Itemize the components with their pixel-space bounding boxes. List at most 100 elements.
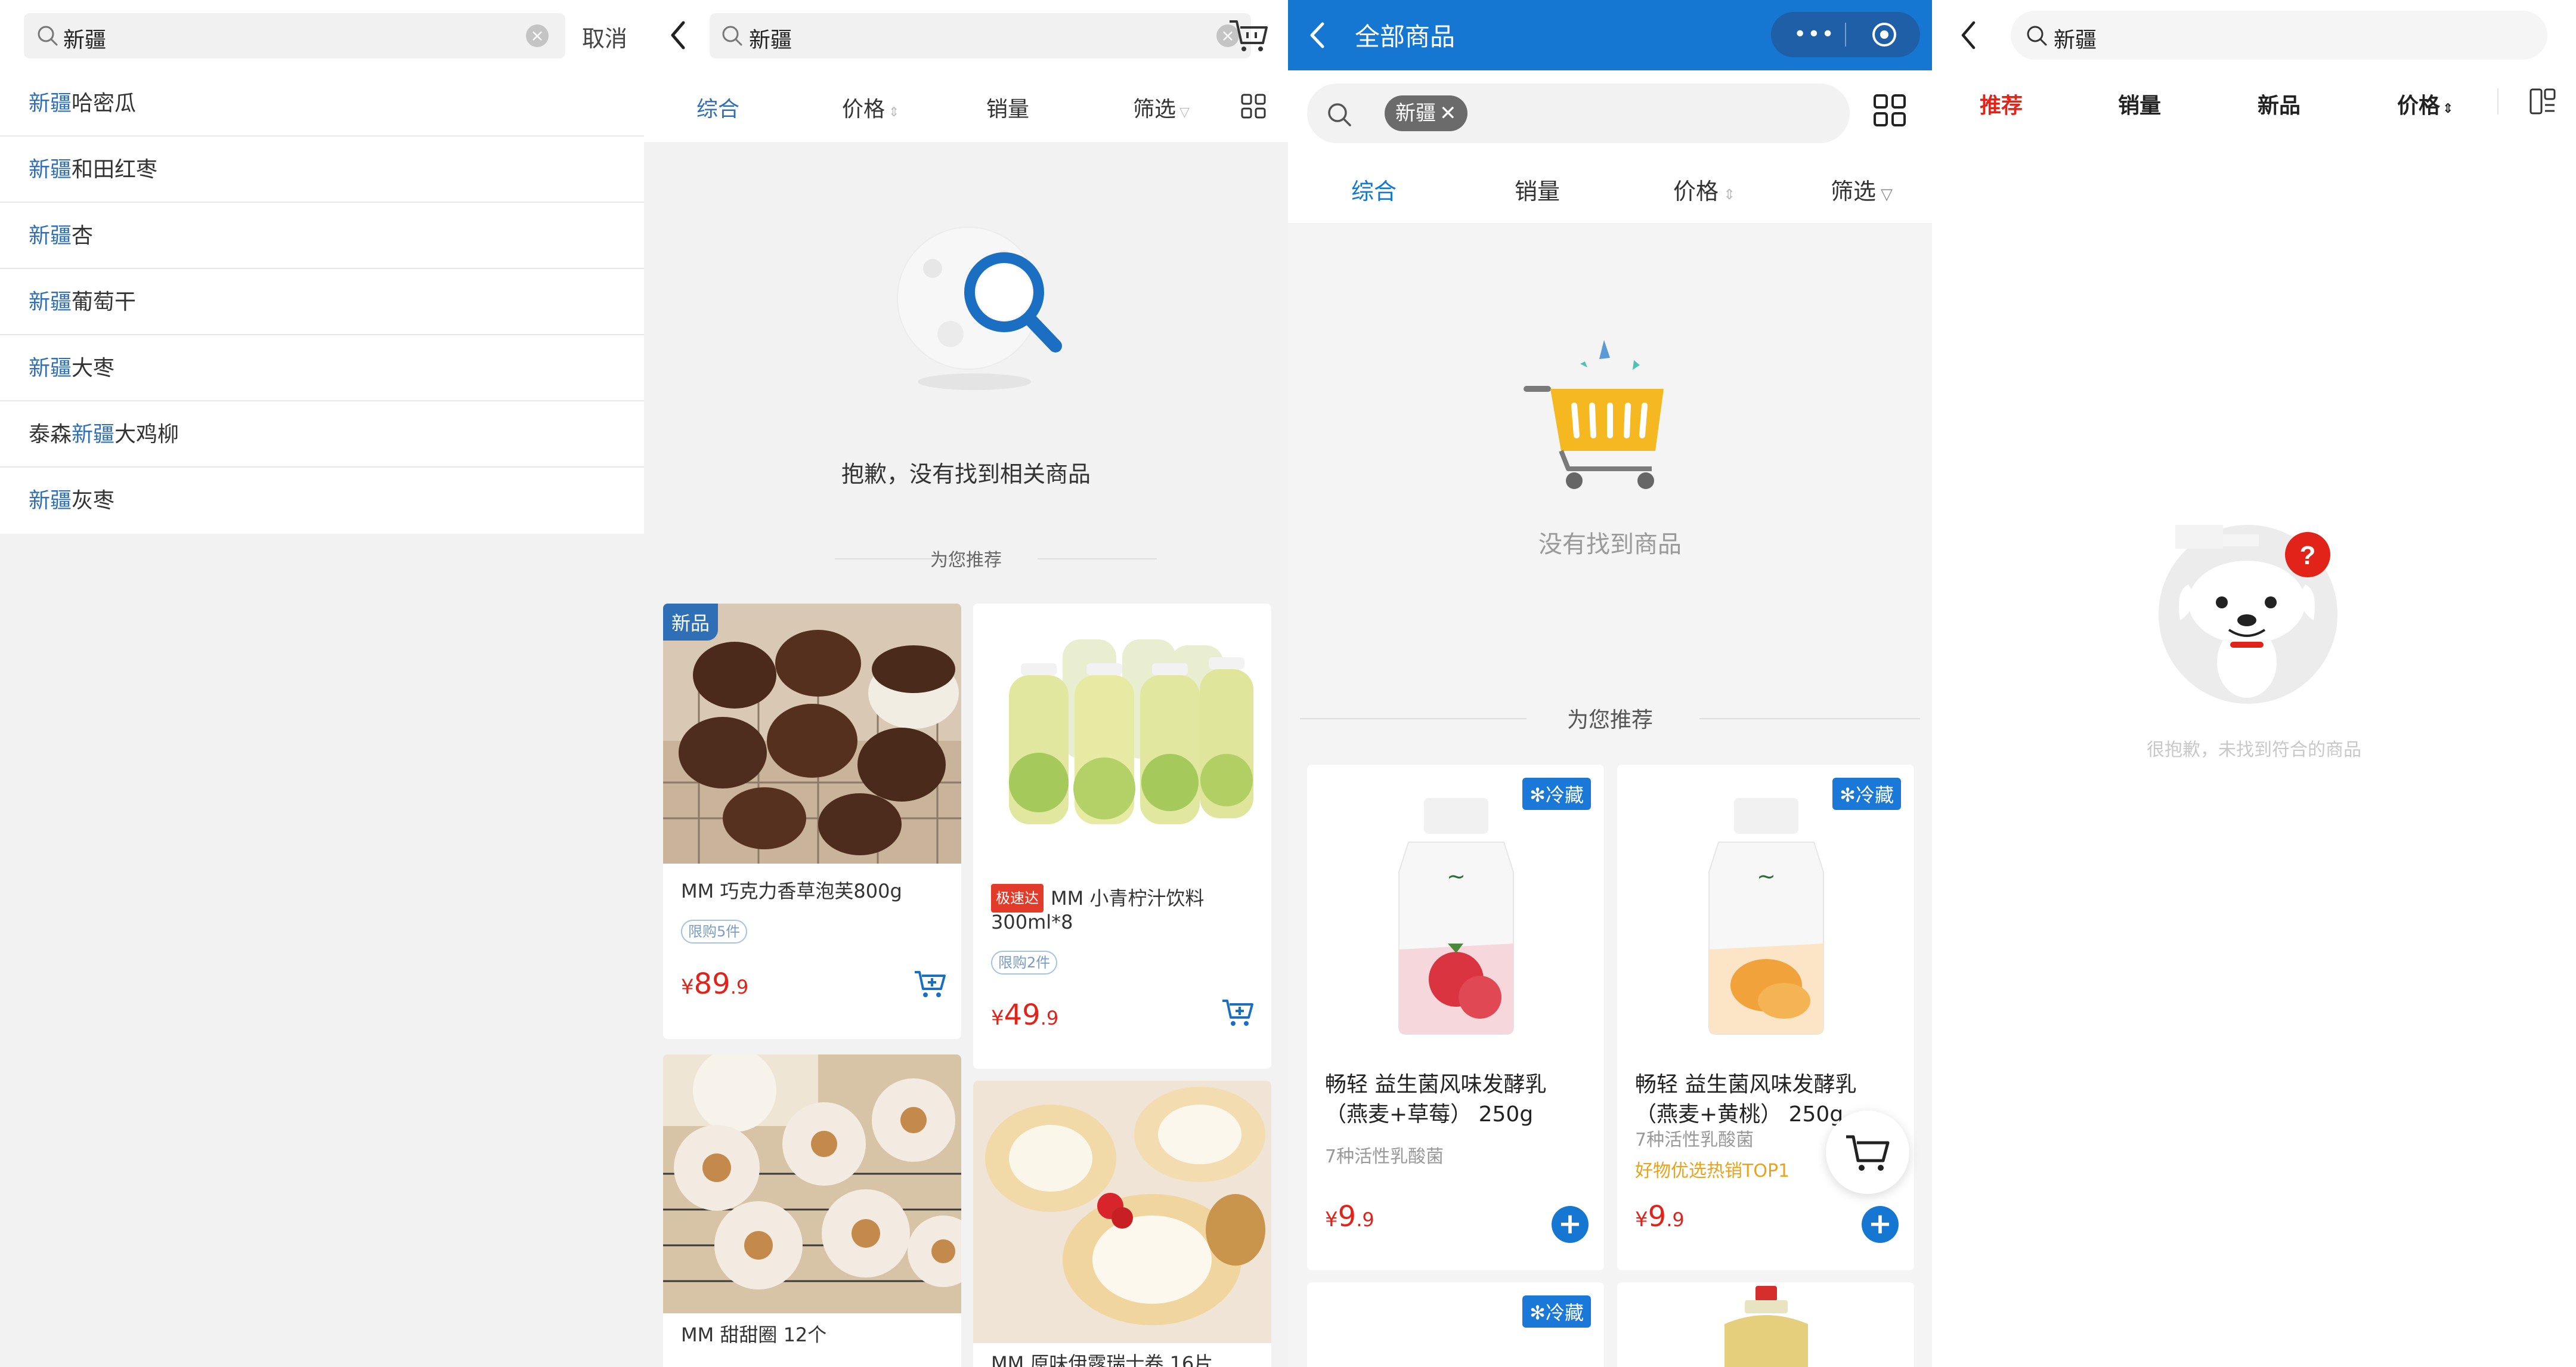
suggestion-suffix: 哈密瓜 — [72, 91, 137, 116]
product-image — [973, 604, 1271, 866]
suggestion-suffix: 杏 — [72, 224, 94, 248]
tab-sales[interactable]: 销量 — [2118, 88, 2161, 119]
chilled-badge: ✻冷藏 — [1522, 778, 1591, 810]
tab-filter-label: 筛选 — [1133, 97, 1176, 122]
tab-price[interactable]: 价格 ⇕ — [1673, 173, 1735, 206]
divider — [2497, 88, 2498, 115]
product-name-line1: MM 小青柠汁饮料 — [1051, 887, 1205, 910]
sort-arrows-icon: ⇕ — [2442, 101, 2454, 116]
empty-mascot-illustration: ? — [2151, 513, 2354, 718]
panel-search-results-b: 全部商品 ••• 新疆 ✕ 综合 销量 价格 ⇕ 筛选 ▽ 没有找到商品 为您推… — [1288, 0, 1932, 1367]
price-currency: ¥ — [991, 1006, 1004, 1030]
back-icon[interactable] — [1308, 21, 1326, 51]
purchase-limit-tag: 限购5件 — [681, 920, 748, 944]
search-filter-bar: 新疆 ✕ 综合 销量 价格 ⇕ 筛选 ▽ — [1288, 70, 1932, 223]
filter-icon: ▽ — [1179, 105, 1190, 120]
recommend-label: 为您推荐 — [930, 550, 1002, 571]
search-keyword-chip[interactable]: 新疆 ✕ — [1385, 95, 1467, 131]
grid-view-icon[interactable] — [1240, 93, 1267, 122]
suggestion-item[interactable]: 新疆哈密瓜 — [0, 70, 644, 137]
price-decimal: .9 — [1666, 1208, 1685, 1231]
add-to-cart-icon[interactable] — [1221, 997, 1255, 1031]
suggestion-suffix: 大鸡柳 — [114, 422, 179, 447]
empty-message: 很抱歉，未找到符合的商品 — [2147, 740, 2361, 760]
tab-price[interactable]: 价格 ⇕ — [2397, 88, 2453, 119]
purchase-limit-tag: 限购2件 — [991, 951, 1058, 975]
cancel-button[interactable]: 取消 — [582, 20, 627, 53]
cart-icon[interactable] — [1228, 17, 1270, 56]
floating-cart-button[interactable] — [1826, 1111, 1909, 1194]
tab-price-label: 价格 — [842, 97, 886, 122]
product-price: ¥49.9 — [991, 998, 1058, 1032]
tab-new[interactable]: 新品 — [2258, 88, 2301, 119]
product-card[interactable] — [1617, 1282, 1914, 1367]
product-card[interactable]: 新品 MM 巧克力香草泡芙800g 限购5件 ¥89.9 — [663, 604, 961, 1039]
price-integer: 9 — [1337, 1200, 1357, 1233]
filter-icon: ▽ — [1881, 185, 1893, 203]
product-name: 畅轻 益生菌风味发酵乳 — [1635, 1072, 1857, 1097]
search-input[interactable]: 新疆 × — [24, 13, 565, 58]
add-to-cart-button[interactable]: + — [1552, 1206, 1589, 1243]
search-input[interactable]: 新疆 — [2011, 11, 2547, 60]
product-card[interactable]: ✻冷藏 — [1307, 1282, 1604, 1367]
recommend-divider: 为您推荐 — [644, 545, 1288, 571]
suggestion-item[interactable]: 新疆杏 — [0, 203, 644, 269]
price-decimal: .9 — [1040, 1007, 1059, 1029]
suggestion-item[interactable]: 泰森新疆大鸡柳 — [0, 401, 644, 468]
svg-text:~: ~ — [1757, 863, 1776, 889]
suggestion-highlight: 新疆 — [29, 290, 72, 314]
product-card[interactable]: ~ ✻冷藏 畅轻 益生菌风味发酵乳 （燕麦+草莓） 250g 7种活性乳酸菌 ¥… — [1307, 765, 1604, 1270]
tab-filter[interactable]: 筛选 ▽ — [1831, 173, 1893, 206]
suggestion-item[interactable]: 新疆葡萄干 — [0, 269, 644, 335]
price-integer: 49 — [1004, 998, 1041, 1032]
suggestion-highlight: 新疆 — [29, 488, 72, 513]
product-card[interactable]: ~ ✻冷藏 畅轻 益生菌风味发酵乳 （燕麦+黄桃） 250g 7种活性乳酸菌 好… — [1617, 765, 1914, 1270]
product-card[interactable]: 极速达 MM 小青柠汁饮料 300ml*8 限购2件 ¥49.9 — [973, 604, 1271, 1069]
add-to-cart-icon[interactable] — [914, 969, 947, 1002]
price-decimal: .9 — [730, 976, 749, 998]
tab-comprehensive[interactable]: 综合 — [1351, 173, 1397, 206]
product-card[interactable]: MM 原味伊露瑞士卷 16片 — [973, 1081, 1271, 1367]
product-name-line2: （燕麦+草莓） 250g — [1325, 1102, 1534, 1127]
chip-close-icon[interactable]: ✕ — [1439, 101, 1457, 125]
search-bar: 新疆 × 取消 — [0, 0, 644, 70]
clear-icon[interactable]: × — [526, 24, 549, 47]
search-icon — [1326, 101, 1352, 130]
suggestion-highlight: 新疆 — [29, 356, 72, 381]
suggestion-item[interactable]: 新疆和田红枣 — [0, 137, 644, 203]
grid-view-icon[interactable] — [1872, 93, 1907, 130]
back-icon[interactable] — [1959, 20, 1977, 52]
express-tag: 极速达 — [991, 884, 1044, 913]
product-image — [663, 604, 961, 864]
sort-arrows-icon: ⇕ — [1723, 186, 1736, 203]
suggestion-suffix: 和田红枣 — [72, 157, 158, 182]
chilled-badge: ✻冷藏 — [1832, 778, 1901, 810]
search-input[interactable]: 新疆 ✕ — [1307, 83, 1850, 143]
svg-text:?: ? — [2300, 541, 2316, 570]
suggestion-highlight: 新疆 — [29, 224, 72, 248]
tab-sales[interactable]: 销量 — [1515, 173, 1560, 206]
tab-filter[interactable]: 筛选 ▽ — [1133, 92, 1190, 123]
tab-sales[interactable]: 销量 — [986, 92, 1029, 123]
suggestion-item[interactable]: 新疆大枣 — [0, 335, 644, 401]
layout-toggle-icon[interactable] — [2528, 87, 2557, 118]
suggestion-prefix: 泰森 — [29, 422, 72, 447]
panel-search-results-c: 新疆 推荐 销量 新品 价格 ⇕ ? 很抱歉，未找到符合的商品 — [1932, 0, 2576, 1367]
product-subtitle: 7种活性乳酸菌 — [1325, 1146, 1444, 1167]
close-target-icon[interactable] — [1871, 21, 1897, 50]
product-card[interactable]: MM 甜甜圈 12个 — [663, 1054, 961, 1367]
product-price: ¥9.9 — [1325, 1200, 1374, 1233]
suggestion-suffix: 大枣 — [72, 356, 115, 381]
suggestion-item[interactable]: 新疆灰枣 — [0, 468, 644, 534]
add-to-cart-button[interactable]: + — [1862, 1206, 1899, 1243]
tab-price[interactable]: 价格 ⇕ — [842, 92, 899, 123]
back-icon[interactable] — [669, 20, 687, 52]
product-image — [1617, 1282, 1914, 1367]
tab-comprehensive[interactable]: 综合 — [696, 92, 739, 123]
suggestion-highlight: 新疆 — [29, 157, 72, 182]
search-input[interactable]: 新疆 × — [710, 13, 1251, 58]
tab-recommend[interactable]: 推荐 — [1980, 88, 2023, 119]
product-price: ¥89.9 — [681, 967, 748, 1001]
suggestion-suffix: 灰枣 — [72, 488, 115, 513]
more-icon[interactable]: ••• — [1794, 24, 1835, 45]
